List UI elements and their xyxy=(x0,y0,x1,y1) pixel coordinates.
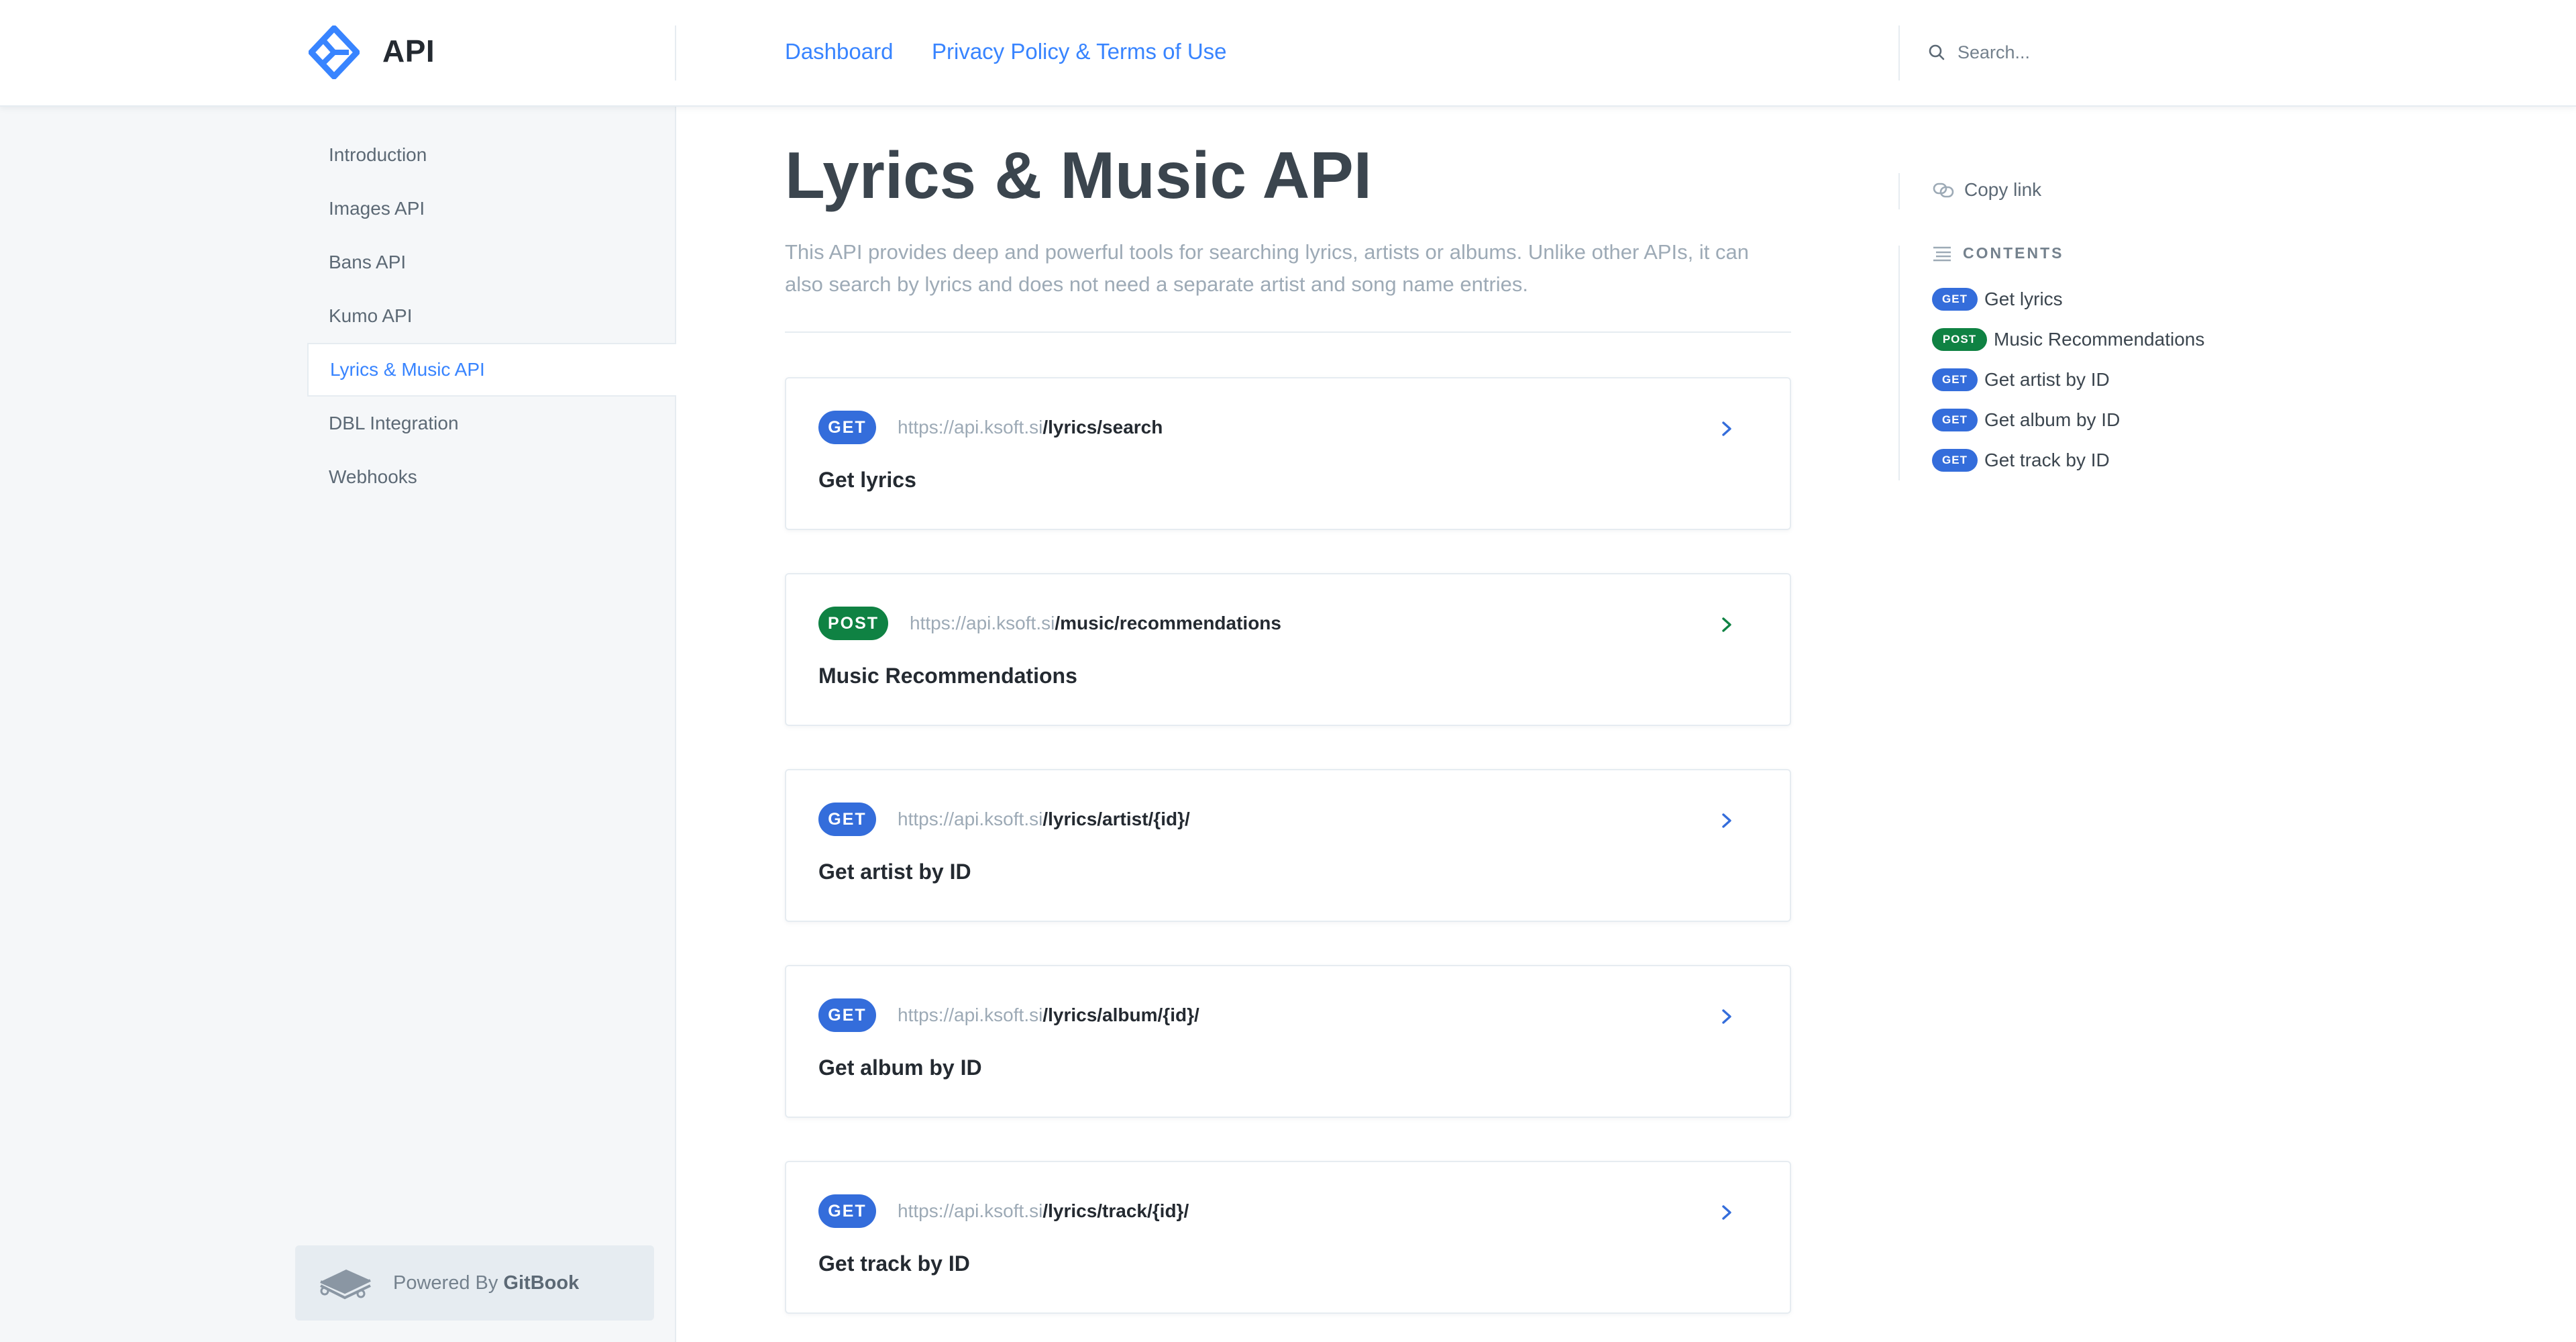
chevron-right-icon xyxy=(1722,1205,1731,1220)
method-badge: POST xyxy=(818,607,888,640)
sidebar-item-webhooks[interactable]: Webhooks xyxy=(307,450,676,504)
url-base: https://api.ksoft.si xyxy=(898,1004,1043,1025)
endpoint-url: https://api.ksoft.si/music/recommendatio… xyxy=(910,613,1281,634)
toc-item-get-artist[interactable]: GET Get artist by ID xyxy=(1932,365,2110,395)
toc-divider xyxy=(1898,173,1900,209)
top-header: API Dashboard Privacy Policy & Terms of … xyxy=(0,0,2576,107)
site-title[interactable]: API xyxy=(382,33,435,69)
url-path: /lyrics/album/{id}/ xyxy=(1042,1004,1199,1025)
endpoint-card-get-track[interactable]: GET https://api.ksoft.si/lyrics/track/{i… xyxy=(785,1161,1791,1314)
search-input[interactable]: Search... xyxy=(1957,42,2030,63)
toc-divider xyxy=(1898,246,1900,480)
method-badge: GET xyxy=(818,411,876,444)
method-badge: GET xyxy=(818,803,876,836)
endpoint-title: Get track by ID xyxy=(818,1251,970,1276)
list-icon xyxy=(1933,246,1951,261)
url-base: https://api.ksoft.si xyxy=(898,417,1043,437)
url-path: /music/recommendations xyxy=(1055,613,1281,633)
toc-item-get-lyrics[interactable]: GET Get lyrics xyxy=(1932,285,2063,314)
url-base: https://api.ksoft.si xyxy=(910,613,1055,633)
url-base: https://api.ksoft.si xyxy=(898,1200,1043,1221)
sidebar-item-kumo-api[interactable]: Kumo API xyxy=(307,289,676,343)
toc-title: CONTENTS xyxy=(1963,244,2064,262)
toc-method-badge: POST xyxy=(1932,328,1987,351)
powered-by-gitbook[interactable]: Powered By GitBook xyxy=(295,1245,654,1321)
gitbook-icon xyxy=(320,1270,371,1300)
endpoint-url: https://api.ksoft.si/lyrics/track/{id}/ xyxy=(898,1200,1189,1222)
link-icon xyxy=(1933,183,1954,198)
url-path: /lyrics/search xyxy=(1042,417,1163,437)
copy-link-button[interactable]: Copy link xyxy=(1932,178,2041,201)
toc-item-label: Music Recommendations xyxy=(1994,329,2205,350)
endpoint-title: Get lyrics xyxy=(818,468,916,492)
chevron-right-icon xyxy=(1722,1009,1731,1024)
toc-item-music-recommendations[interactable]: POST Music Recommendations xyxy=(1932,325,2204,354)
page-description: This API provides deep and powerful tool… xyxy=(785,240,1749,296)
toc-item-label: Get lyrics xyxy=(1984,289,2063,309)
endpoint-card-music-recommendations[interactable]: POST https://api.ksoft.si/music/recommen… xyxy=(785,573,1791,726)
toc-item-get-track[interactable]: GET Get track by ID xyxy=(1932,446,2110,475)
chevron-right-icon xyxy=(1722,813,1731,828)
powered-by-brand: GitBook xyxy=(503,1272,580,1294)
endpoint-url: https://api.ksoft.si/lyrics/artist/{id}/ xyxy=(898,809,1190,830)
sidebar-item-lyrics-music-api[interactable]: Lyrics & Music API xyxy=(307,343,676,397)
toc-method-badge: GET xyxy=(1932,449,1978,472)
endpoint-title: Music Recommendations xyxy=(818,664,1077,688)
page-title: Lyrics & Music API xyxy=(785,138,1373,212)
url-base: https://api.ksoft.si xyxy=(898,809,1043,829)
endpoint-title: Get album by ID xyxy=(818,1055,982,1080)
endpoint-card-get-artist[interactable]: GET https://api.ksoft.si/lyrics/artist/{… xyxy=(785,769,1791,922)
toc-method-badge: GET xyxy=(1932,409,1978,431)
toc-item-label: Get album by ID xyxy=(1984,409,2121,430)
endpoint-url: https://api.ksoft.si/lyrics/album/{id}/ xyxy=(898,1004,1199,1026)
sidebar-item-dbl-integration[interactable]: DBL Integration xyxy=(307,397,676,450)
toc-item-get-album[interactable]: GET Get album by ID xyxy=(1932,405,2120,435)
toc-header: CONTENTS xyxy=(1932,244,2064,262)
method-badge: GET xyxy=(818,998,876,1032)
url-path: /lyrics/track/{id}/ xyxy=(1042,1200,1189,1221)
endpoint-url: https://api.ksoft.si/lyrics/search xyxy=(898,417,1163,438)
method-badge: GET xyxy=(818,1194,876,1228)
sidebar: Introduction Images API Bans API Kumo AP… xyxy=(0,107,676,1342)
api-logo-icon[interactable] xyxy=(309,25,360,79)
toc-item-label: Get track by ID xyxy=(1984,450,2110,470)
header-divider xyxy=(1898,25,1900,81)
toc-method-badge: GET xyxy=(1932,288,1978,311)
toc-item-label: Get artist by ID xyxy=(1984,369,2110,390)
powered-by-text: Powered By GitBook xyxy=(393,1272,579,1294)
nav-dashboard-link[interactable]: Dashboard xyxy=(785,39,893,64)
powered-by-prefix: Powered By xyxy=(393,1272,498,1294)
endpoint-card-get-album[interactable]: GET https://api.ksoft.si/lyrics/album/{i… xyxy=(785,965,1791,1118)
content-divider xyxy=(785,331,1791,333)
copy-link-label: Copy link xyxy=(1964,179,2042,200)
chevron-right-icon xyxy=(1722,421,1731,436)
chevron-right-icon xyxy=(1722,617,1731,632)
sidebar-item-bans-api[interactable]: Bans API xyxy=(307,236,676,289)
toc-method-badge: GET xyxy=(1932,368,1978,391)
sidebar-item-introduction[interactable]: Introduction xyxy=(307,128,676,182)
search-icon xyxy=(1929,44,1945,60)
url-path: /lyrics/artist/{id}/ xyxy=(1042,809,1190,829)
sidebar-item-images-api[interactable]: Images API xyxy=(307,182,676,236)
header-divider xyxy=(675,25,676,81)
nav-privacy-link[interactable]: Privacy Policy & Terms of Use xyxy=(932,39,1227,64)
endpoint-title: Get artist by ID xyxy=(818,860,971,884)
endpoint-card-get-lyrics[interactable]: GET https://api.ksoft.si/lyrics/search G… xyxy=(785,377,1791,530)
search-box[interactable]: Search... xyxy=(1927,36,2195,68)
